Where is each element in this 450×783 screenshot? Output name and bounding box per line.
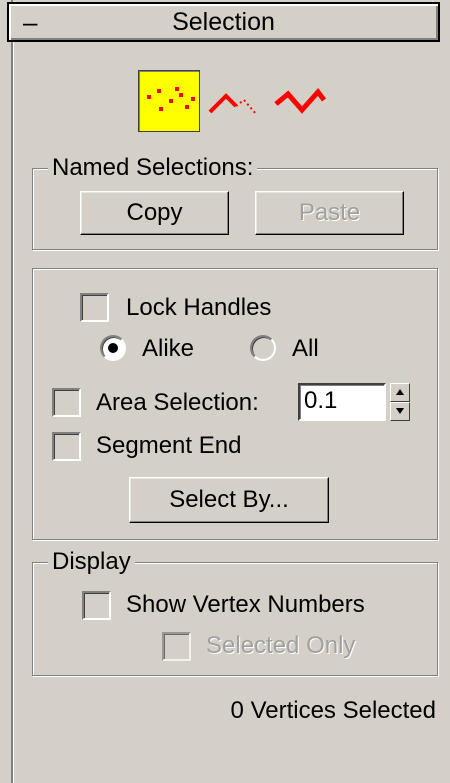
segment-mode-icon (208, 93, 257, 115)
subobject-mode-toolbar (138, 70, 338, 132)
spinner-down-icon[interactable] (390, 402, 410, 421)
vertex-mode-button[interactable] (138, 70, 200, 132)
segment-mode-button[interactable] (206, 70, 260, 132)
all-radio[interactable] (250, 335, 276, 361)
lock-handles-checkbox[interactable] (80, 293, 109, 322)
spline-mode-button[interactable] (272, 70, 326, 132)
select-by-button[interactable]: Select By... (129, 477, 329, 523)
lock-handles-label: Lock Handles (126, 294, 272, 321)
rollout-title: Selection (172, 8, 275, 36)
vertices-selected-status: 0 Vertices Selected (230, 697, 436, 724)
show-vertex-numbers-checkbox[interactable] (82, 591, 111, 620)
spinner-up-icon[interactable] (390, 383, 410, 402)
vertex-mode-icon (147, 87, 195, 111)
named-selections-label: Named Selections: (48, 155, 258, 181)
segment-end-label: Segment End (96, 432, 242, 459)
show-vertex-numbers-label: Show Vertex Numbers (126, 591, 365, 618)
area-selection-input[interactable]: 0.1 (298, 383, 386, 421)
alike-label: Alike (142, 335, 195, 362)
alike-radio[interactable] (100, 335, 126, 361)
display-label: Display (48, 549, 135, 575)
copy-button[interactable]: Copy (80, 191, 229, 235)
segment-end-checkbox[interactable] (52, 432, 81, 461)
rollout-header[interactable]: – Selection (7, 2, 440, 42)
area-selection-spinner[interactable] (390, 383, 410, 421)
paste-button[interactable]: Paste (255, 191, 404, 235)
selected-only-checkbox[interactable] (162, 632, 191, 661)
spline-mode-icon (274, 88, 326, 114)
selected-only-label: Selected Only (206, 632, 356, 659)
area-selection-label: Area Selection: (96, 389, 259, 416)
all-label: All (292, 335, 319, 362)
area-selection-checkbox[interactable] (52, 388, 81, 417)
